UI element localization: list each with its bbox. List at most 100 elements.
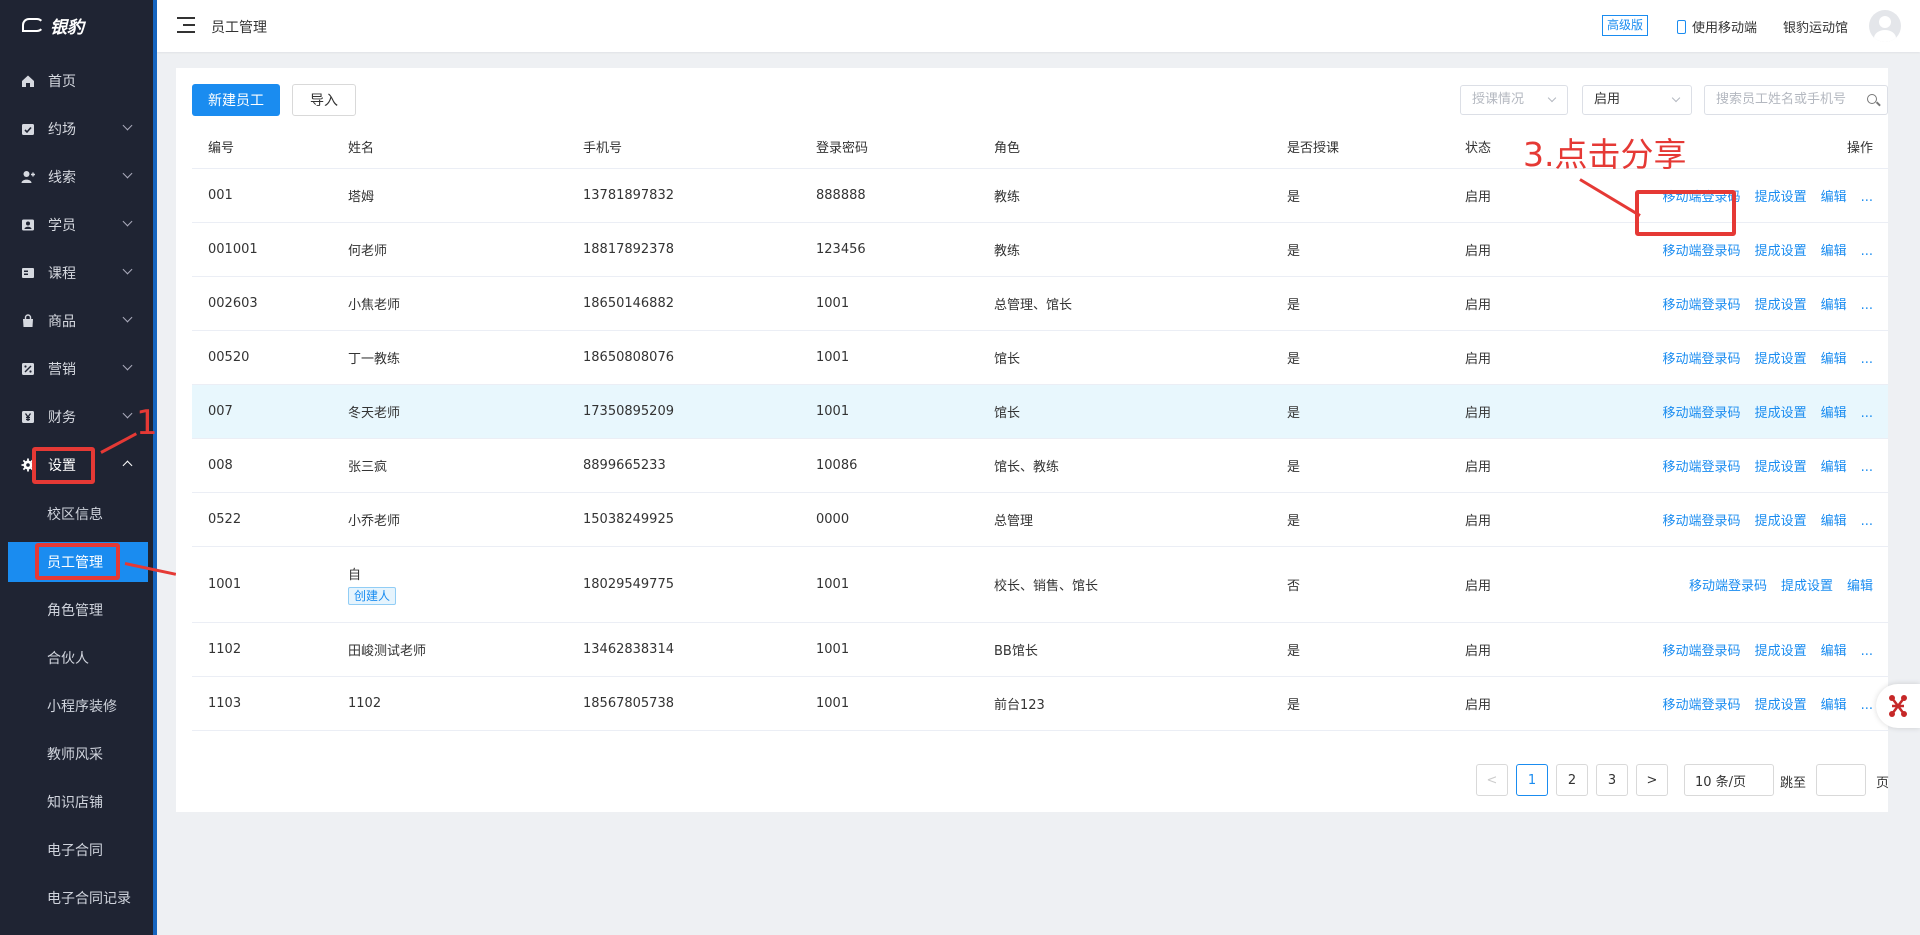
sidebar-item-products[interactable]: 商品 xyxy=(0,297,153,345)
mobile-login-code-link[interactable]: 移动端登录码 xyxy=(1663,514,1741,529)
menu-collapse-icon[interactable] xyxy=(177,17,195,33)
jump-page-input[interactable] xyxy=(1816,764,1866,796)
commission-settings-link[interactable]: 提成设置 xyxy=(1755,352,1807,367)
sidebar-sub-partners[interactable]: 合伙人 xyxy=(8,638,148,678)
cell-role: 教练 xyxy=(994,168,1287,223)
cell-name-text: 何老师 xyxy=(348,243,388,259)
cell-status-text: 启用 xyxy=(1465,351,1492,367)
avatar[interactable] xyxy=(1869,10,1901,42)
page-1-button[interactable]: 1 xyxy=(1516,764,1548,796)
highlight-mobile-login-code xyxy=(1635,190,1736,236)
sidebar-item-students[interactable]: 学员 xyxy=(0,201,153,249)
mobile-login-code-link[interactable]: 移动端登录码 xyxy=(1663,698,1741,713)
commission-settings-link[interactable]: 提成设置 xyxy=(1755,698,1807,713)
cell-id: 00520 xyxy=(192,330,348,385)
cell-password-text: 10086 xyxy=(816,457,858,473)
cell-status: 启用 xyxy=(1465,330,1595,385)
edit-link[interactable]: 编辑 xyxy=(1821,298,1847,313)
mobile-login-code-link[interactable]: 移动端登录码 xyxy=(1663,244,1741,259)
page-3-button[interactable]: 3 xyxy=(1596,764,1628,796)
commission-settings-link[interactable]: 提成设置 xyxy=(1755,190,1807,205)
sidebar-sub-e-contract-records[interactable]: 电子合同记录 xyxy=(8,878,148,918)
mobile-login-code-link[interactable]: 移动端登录码 xyxy=(1689,579,1767,594)
use-mobile-link[interactable]: 使用移动端 xyxy=(1677,17,1757,36)
sidebar-sub-label: 合伙人 xyxy=(47,651,89,667)
new-staff-button[interactable]: 新建员工 xyxy=(192,84,280,116)
more-actions-link[interactable]: ... xyxy=(1861,460,1873,475)
edit-link[interactable]: 编辑 xyxy=(1821,406,1847,421)
edit-link[interactable]: 编辑 xyxy=(1821,352,1847,367)
sidebar-item-booking[interactable]: 约场 xyxy=(0,105,153,153)
sidebar-sub-role-management[interactable]: 角色管理 xyxy=(8,590,148,630)
cell-name-text: 小乔老师 xyxy=(348,513,401,529)
cell-status-text: 启用 xyxy=(1465,405,1492,421)
sidebar-item-home[interactable]: 首页 xyxy=(0,57,153,105)
more-actions-link[interactable]: ... xyxy=(1861,406,1873,421)
edit-link[interactable]: 编辑 xyxy=(1821,190,1847,205)
logo-mark-icon xyxy=(22,18,44,32)
edit-link[interactable]: 编辑 xyxy=(1821,244,1847,259)
cell-status: 启用 xyxy=(1465,676,1595,731)
sidebar-item-finance[interactable]: 财务 xyxy=(0,393,153,441)
sidebar-sub-e-contract[interactable]: 电子合同 xyxy=(8,830,148,870)
edit-link[interactable]: 编辑 xyxy=(1821,644,1847,659)
prev-page-button[interactable]: < xyxy=(1476,764,1508,796)
edit-link[interactable]: 编辑 xyxy=(1821,698,1847,713)
sidebar-item-leads[interactable]: 线索 xyxy=(0,153,153,201)
floating-help-button[interactable] xyxy=(1876,684,1920,728)
commission-settings-link[interactable]: 提成设置 xyxy=(1755,514,1807,529)
edit-link[interactable]: 编辑 xyxy=(1821,514,1847,529)
commission-settings-link[interactable]: 提成设置 xyxy=(1781,579,1833,594)
phone-icon xyxy=(1677,19,1686,34)
more-actions-link[interactable]: ... xyxy=(1861,698,1873,713)
cell-teaching: 否 xyxy=(1287,546,1465,623)
status-filter-select[interactable]: 启用 xyxy=(1582,85,1692,115)
sidebar-sub-label: 小程序装修 xyxy=(47,699,117,715)
cell-password-text: 1001 xyxy=(816,295,850,311)
staff-search-input[interactable]: 搜索员工姓名或手机号 xyxy=(1704,85,1888,115)
col-header-password: 登录密码 xyxy=(816,126,994,169)
commission-settings-link[interactable]: 提成设置 xyxy=(1755,244,1807,259)
more-actions-link[interactable]: ... xyxy=(1861,644,1873,659)
mobile-login-code-link[interactable]: 移动端登录码 xyxy=(1663,644,1741,659)
venue-name[interactable]: 银豹运动馆 xyxy=(1783,17,1848,36)
teaching-filter-select[interactable]: 授课情况 xyxy=(1460,85,1568,115)
edit-link[interactable]: 编辑 xyxy=(1821,460,1847,475)
sidebar-item-marketing[interactable]: 营销 xyxy=(0,345,153,393)
sidebar-sub-teacher-profiles[interactable]: 教师风采 xyxy=(8,734,148,774)
cell-role-text: 前台123 xyxy=(994,697,1045,713)
id-card-icon xyxy=(22,219,34,231)
more-actions-link[interactable]: ... xyxy=(1861,298,1873,313)
table-row: 1001 自创建人 18029549775 1001 校长、销售、馆长否启用 移动端登录码… xyxy=(192,546,1888,623)
commission-settings-link[interactable]: 提成设置 xyxy=(1755,460,1807,475)
commission-settings-link[interactable]: 提成设置 xyxy=(1755,298,1807,313)
annotation-step-1: 1 xyxy=(136,403,158,443)
sidebar-item-courses[interactable]: 课程 xyxy=(0,249,153,297)
more-actions-link[interactable]: ... xyxy=(1861,514,1873,529)
more-actions-link[interactable]: ... xyxy=(1861,244,1873,259)
commission-settings-link[interactable]: 提成设置 xyxy=(1755,644,1807,659)
mobile-login-code-link[interactable]: 移动端登录码 xyxy=(1663,406,1741,421)
sidebar-item-label: 商品 xyxy=(48,314,76,330)
mobile-login-code-link[interactable]: 移动端登录码 xyxy=(1663,460,1741,475)
chevron-down-icon xyxy=(122,264,133,275)
page-size-select[interactable]: 10 条/页 xyxy=(1684,764,1774,796)
sidebar-sub-mini-program[interactable]: 小程序装修 xyxy=(8,686,148,726)
cell-status: 启用 xyxy=(1465,384,1595,439)
edition-badge: 高级版 xyxy=(1602,15,1649,36)
next-page-button[interactable]: > xyxy=(1636,764,1668,796)
chevron-down-icon xyxy=(122,216,133,227)
mobile-login-code-link[interactable]: 移动端登录码 xyxy=(1663,352,1741,367)
sidebar-sub-knowledge-store[interactable]: 知识店铺 xyxy=(8,782,148,822)
edit-link[interactable]: 编辑 xyxy=(1847,579,1873,594)
cell-phone: 15038249925 xyxy=(583,492,816,547)
commission-settings-link[interactable]: 提成设置 xyxy=(1755,406,1807,421)
col-header-phone: 手机号 xyxy=(583,126,816,169)
sidebar-sub-campus-info[interactable]: 校区信息 xyxy=(8,494,148,534)
more-actions-link[interactable]: ... xyxy=(1861,190,1873,205)
cell-teaching: 是 xyxy=(1287,676,1465,731)
mobile-login-code-link[interactable]: 移动端登录码 xyxy=(1663,298,1741,313)
more-actions-link[interactable]: ... xyxy=(1861,352,1873,367)
page-2-button[interactable]: 2 xyxy=(1556,764,1588,796)
import-button[interactable]: 导入 xyxy=(292,84,356,116)
